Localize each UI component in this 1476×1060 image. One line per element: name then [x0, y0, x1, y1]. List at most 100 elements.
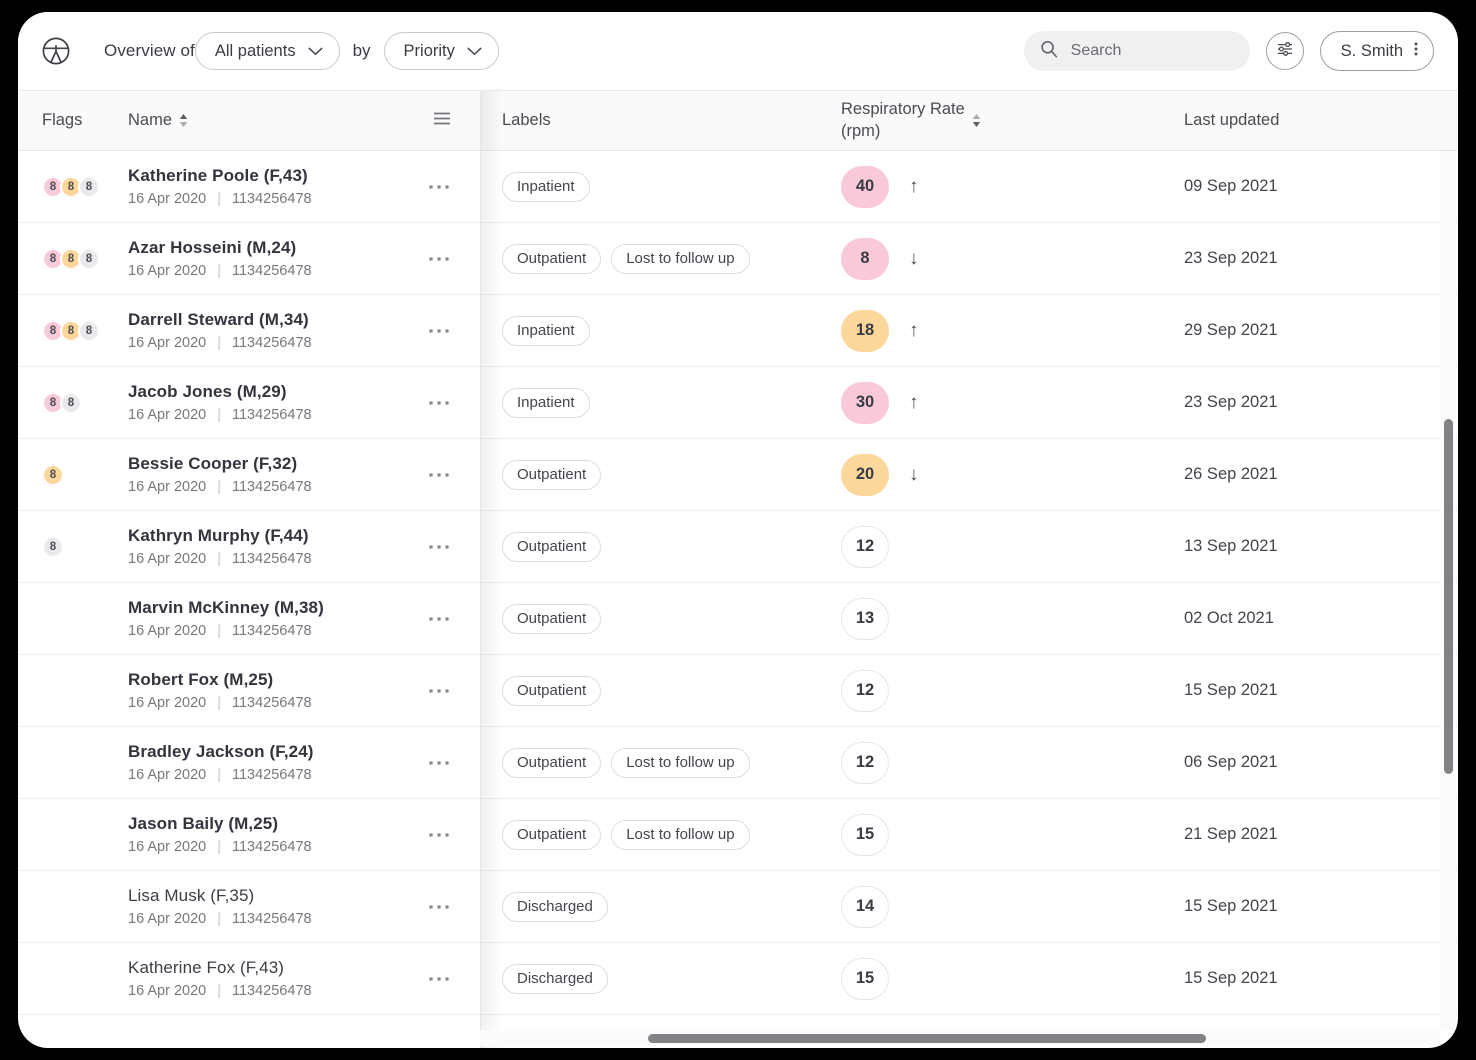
sliders-settings-button[interactable] — [1265, 32, 1304, 70]
cell-labels: Outpatient Lost to follow up — [480, 799, 828, 870]
respiratory-rate-warning-badge[interactable]: 20 — [841, 453, 889, 496]
patient-id: 1134256478 — [232, 767, 312, 783]
cell-last-updated: 23 Sep 2021 — [1184, 393, 1278, 411]
respiratory-rate-critical-badge[interactable]: 40 — [841, 165, 889, 208]
row-overflow-dots-icon[interactable] — [428, 943, 450, 1014]
respiratory-rate-critical-badge[interactable]: 8 — [841, 237, 889, 280]
flag-badge-amber[interactable]: 8 — [42, 463, 64, 486]
label-pill[interactable]: Outpatient — [502, 819, 602, 850]
table-row[interactable]: 8 8 8 Darrell Steward (M,34) 16 Apr 2020 | 113… — [18, 295, 1458, 367]
row-overflow-dots-icon[interactable] — [428, 583, 450, 654]
vertical-dots-icon[interactable] — [1413, 39, 1419, 64]
column-header-last-updated-label: Last updated — [1184, 111, 1280, 129]
table-row[interactable]: 8 8 Jacob Jones (M,29) 16 Apr 2020 | 11342564… — [18, 367, 1458, 439]
column-header-last-updated[interactable]: Last updated — [1160, 91, 1458, 150]
respiratory-rate-normal-badge[interactable]: 14 — [841, 885, 889, 928]
horizontal-scrollbar[interactable] — [480, 1030, 1441, 1046]
label-pill[interactable]: Discharged — [502, 963, 608, 994]
user-account-chip[interactable]: S. Smith — [1319, 31, 1434, 71]
search-box[interactable] — [1023, 31, 1250, 71]
column-header-flags[interactable]: Flags — [18, 91, 128, 150]
row-overflow-dots-icon[interactable] — [428, 655, 450, 726]
cell-name: Darrell Steward (M,34) 16 Apr 2020 | 113425… — [128, 295, 480, 366]
table-row[interactable]: Robert Fox (M,25) 16 Apr 2020 | 1134256478 O… — [18, 655, 1458, 727]
label-pill[interactable]: Outpatient — [502, 747, 602, 778]
row-overflow-dots-icon[interactable] — [428, 799, 450, 870]
header-actions: S. Smith — [1023, 31, 1434, 71]
flag-stack: 8 — [42, 535, 64, 558]
respiratory-rate-normal-badge[interactable]: 12 — [841, 669, 889, 712]
cell-last-updated: 09 Sep 2021 — [1184, 177, 1278, 195]
table-row[interactable]: Lisa Musk (F,35) 16 Apr 2020 | 1134256478 Di… — [18, 871, 1458, 943]
table-row[interactable]: 8 8 8 Azar Hosseini (M,24) 16 Apr 2020 | 11342… — [18, 223, 1458, 295]
sort-icon[interactable] — [972, 113, 981, 128]
label-pill[interactable]: Lost to follow up — [611, 747, 750, 778]
respiratory-rate-normal-badge[interactable]: 15 — [841, 813, 889, 856]
search-input[interactable] — [1070, 42, 1234, 60]
vertical-scrollbar[interactable] — [1441, 151, 1455, 1030]
cell-name: Kathryn Murphy (F,44) 16 Apr 2020 | 1134256… — [128, 511, 480, 582]
cell-respiratory-rate: 18 ↑ — [828, 295, 1160, 366]
table-row[interactable]: Jason Baily (M,25) 16 Apr 2020 | 1134256478… — [18, 799, 1458, 871]
label-pill[interactable]: Discharged — [502, 891, 608, 922]
label-pill[interactable]: Lost to follow up — [611, 819, 750, 850]
column-header-labels[interactable]: Labels — [480, 91, 828, 150]
flag-badge-gray[interactable]: 8 — [42, 535, 64, 558]
label-pill[interactable]: Outpatient — [502, 603, 602, 634]
flag-badge-gray[interactable]: 8 — [78, 247, 100, 270]
patient-date: 16 Apr 2020 — [128, 407, 207, 423]
row-overflow-dots-icon[interactable] — [428, 871, 450, 942]
row-overflow-dots-icon[interactable] — [428, 151, 450, 222]
meta-separator: | — [217, 911, 221, 927]
table-row[interactable]: 8 8 8 Katherine Poole (F,43) 16 Apr 2020 | 113… — [18, 151, 1458, 223]
table-row[interactable]: Katherine Fox (F,43) 16 Apr 2020 | 11342564… — [18, 943, 1458, 1015]
sort-icon[interactable] — [179, 113, 188, 128]
cell-respiratory-rate: 15 — [828, 799, 1160, 870]
flag-badge-gray[interactable]: 8 — [78, 319, 100, 342]
trend-down-icon: ↓ — [909, 464, 919, 485]
label-pill[interactable]: Outpatient — [502, 459, 602, 490]
column-header-flags-label: Flags — [42, 111, 83, 129]
label-pill[interactable]: Inpatient — [502, 387, 590, 418]
label-pill[interactable]: Outpatient — [502, 243, 602, 274]
column-options-button[interactable] — [432, 91, 452, 150]
cell-last-updated: 15 Sep 2021 — [1184, 969, 1278, 987]
vertical-scrollbar-thumb[interactable] — [1444, 419, 1453, 774]
label-pill[interactable]: Lost to follow up — [611, 243, 750, 274]
respiratory-rate-critical-badge[interactable]: 30 — [841, 381, 889, 424]
column-header-respiratory-rate[interactable]: Respiratory Rate (rpm) — [828, 91, 1160, 150]
patient-circle-logo-icon — [40, 35, 72, 67]
table-header-row: Flags Name Labels Respiratory Rate (rpm)… — [18, 91, 1458, 151]
column-header-rr-line1: Respiratory Rate — [841, 100, 965, 119]
row-overflow-dots-icon[interactable] — [428, 439, 450, 510]
table-row[interactable]: Bradley Jackson (F,24) 16 Apr 2020 | 113425… — [18, 727, 1458, 799]
respiratory-rate-warning-badge[interactable]: 18 — [841, 309, 889, 352]
horizontal-scrollbar-thumb[interactable] — [648, 1034, 1206, 1043]
table-row[interactable]: 8 Kathryn Murphy (F,44) 16 Apr 2020 | 113425… — [18, 511, 1458, 583]
row-overflow-dots-icon[interactable] — [428, 727, 450, 798]
table-row[interactable]: Marvin McKinney (M,38) 16 Apr 2020 | 113425… — [18, 583, 1458, 655]
respiratory-rate-normal-badge[interactable]: 15 — [841, 957, 889, 1000]
flag-badge-gray[interactable]: 8 — [78, 175, 100, 198]
label-pill[interactable]: Outpatient — [502, 675, 602, 706]
meta-separator: | — [217, 983, 221, 999]
table-row[interactable]: 8 Bessie Cooper (F,32) 16 Apr 2020 | 1134256… — [18, 439, 1458, 511]
meta-separator: | — [217, 407, 221, 423]
patients-filter-dropdown[interactable]: All patients — [194, 32, 340, 70]
cell-labels: Inpatient — [480, 151, 828, 222]
row-overflow-dots-icon[interactable] — [428, 223, 450, 294]
row-overflow-dots-icon[interactable] — [428, 511, 450, 582]
label-pill[interactable]: Inpatient — [502, 315, 590, 346]
overview-label: Overview of — [104, 41, 195, 60]
column-header-name[interactable]: Name — [128, 91, 480, 150]
row-overflow-dots-icon[interactable] — [428, 367, 450, 438]
grouping-filter-dropdown[interactable]: Priority — [383, 32, 499, 70]
label-pill[interactable]: Outpatient — [502, 531, 602, 562]
respiratory-rate-normal-badge[interactable]: 12 — [841, 525, 889, 568]
patient-id: 1134256478 — [232, 551, 312, 567]
respiratory-rate-normal-badge[interactable]: 13 — [841, 597, 889, 640]
label-pill[interactable]: Inpatient — [502, 171, 590, 202]
flag-badge-gray[interactable]: 8 — [60, 391, 82, 414]
row-overflow-dots-icon[interactable] — [428, 295, 450, 366]
respiratory-rate-normal-badge[interactable]: 12 — [841, 741, 889, 784]
